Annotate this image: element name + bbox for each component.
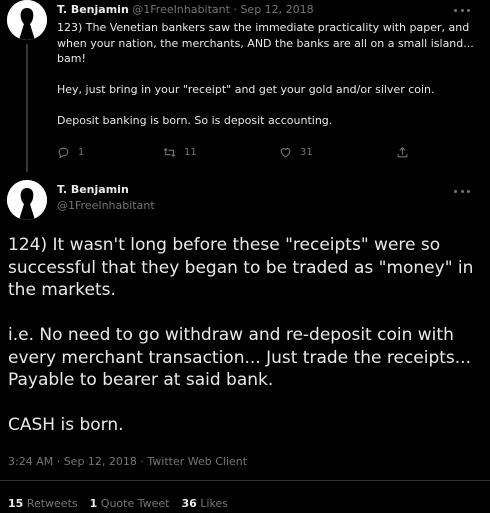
parent-tweet-text: 123) The Venetian bankers saw the immedi… (57, 20, 477, 144)
avatar[interactable] (7, 0, 47, 40)
tweet-paragraph: CASH is born. (8, 415, 124, 435)
main-tweet-text: 124) It wasn't long before these "receip… (8, 234, 488, 459)
like-count: 31 (300, 147, 313, 158)
parent-tweet-header: T. Benjamin @1FreeInhabitant · Sep 12, 2… (57, 3, 314, 16)
like-icon (280, 148, 291, 158)
reply-icon (58, 147, 69, 159)
retweet-button[interactable]: 11 (163, 146, 197, 159)
tweet-paragraph: 124) It wasn't long before these "receip… (8, 235, 474, 300)
retweets-count: 15 (8, 497, 24, 510)
tweet-paragraph: Hey, just bring in your "receipt" and ge… (57, 83, 435, 96)
more-icon[interactable] (454, 187, 470, 195)
tweet-paragraph: 123) The Venetian bankers saw the immedi… (57, 21, 474, 65)
avatar-silhouette-icon (7, 0, 47, 40)
quote-count: 1 (89, 497, 98, 510)
tweet-actions: 1 11 31 (57, 146, 417, 162)
author-name[interactable]: T. Benjamin (57, 3, 129, 16)
likes-label: Likes (200, 497, 228, 510)
tweet-timestamp[interactable]: 3:24 AM · Sep 12, 2018 · Twitter Web Cli… (8, 455, 247, 468)
thread-connector (26, 44, 28, 172)
reply-button[interactable]: 1 (57, 146, 84, 159)
reply-count: 1 (78, 147, 85, 158)
avatar[interactable] (7, 180, 47, 220)
retweet-icon (163, 147, 176, 158)
separator: · (233, 3, 237, 16)
tweet-thread: T. Benjamin @1FreeInhabitant · Sep 12, 2… (0, 0, 490, 513)
share-icon (397, 146, 408, 158)
likes-stat[interactable]: 36 Likes (181, 497, 227, 510)
author-name[interactable]: T. Benjamin (57, 183, 129, 196)
quote-tweets-stat[interactable]: 1 Quote Tweet (90, 497, 170, 510)
tweet-date[interactable]: Sep 12, 2018 (240, 3, 313, 16)
more-icon[interactable] (454, 6, 470, 14)
quote-label: Quote Tweet (100, 497, 170, 510)
parent-tweet[interactable]: T. Benjamin @1FreeInhabitant · Sep 12, 2… (0, 0, 490, 172)
like-button[interactable]: 31 (279, 146, 313, 159)
author-handle[interactable]: @1FreeInhabitant (57, 199, 155, 212)
avatar-silhouette-icon (7, 180, 47, 220)
retweet-count: 11 (184, 147, 197, 158)
likes-count: 36 (181, 497, 197, 510)
share-button[interactable] (396, 146, 409, 159)
author-handle[interactable]: @1FreeInhabitant (132, 3, 230, 16)
tweet-paragraph: Deposit banking is born. So is deposit a… (57, 114, 333, 127)
divider (0, 480, 490, 481)
retweets-stat[interactable]: 15 Retweets (8, 497, 78, 510)
retweets-label: Retweets (26, 497, 78, 510)
tweet-stats: 15 Retweets 1 Quote Tweet 36 Likes (8, 497, 228, 510)
tweet-paragraph: i.e. No need to go withdraw and re-depos… (8, 325, 471, 390)
